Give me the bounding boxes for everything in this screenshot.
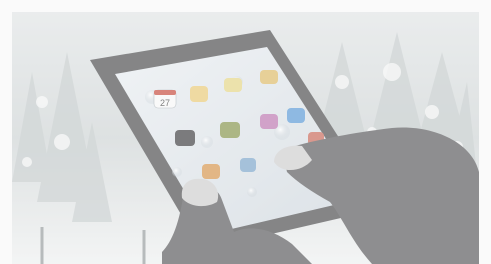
notes-app-icon	[224, 78, 242, 92]
photo-frame: 27	[0, 0, 491, 264]
maps-app-icon	[260, 70, 278, 84]
videos-app-icon	[175, 130, 195, 146]
itunes-app-icon	[260, 114, 278, 129]
photo-illustration: 27	[12, 12, 479, 264]
photo: 27	[12, 12, 479, 264]
app-store-app-icon	[287, 108, 305, 123]
calendar-day-text: 27	[160, 98, 170, 108]
game-center-app-icon	[220, 122, 240, 138]
dock-app-icon	[240, 158, 256, 172]
contacts-app-icon	[190, 86, 208, 102]
photos-app-icon	[202, 164, 220, 179]
